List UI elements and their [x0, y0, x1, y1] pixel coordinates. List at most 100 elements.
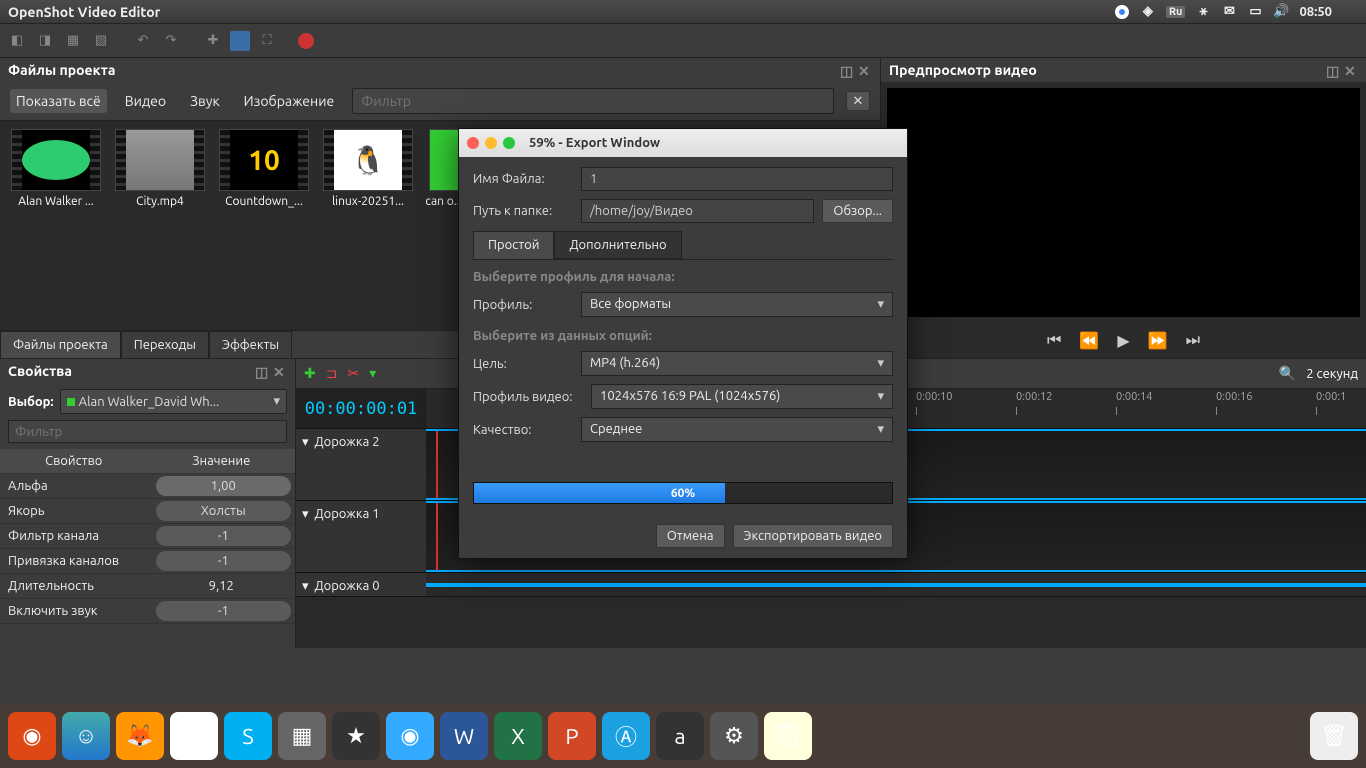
- marker-icon[interactable]: ▾: [369, 365, 376, 382]
- forward-icon[interactable]: ⏩: [1148, 331, 1168, 350]
- fullscreen-icon[interactable]: ⛶: [256, 30, 278, 52]
- tool-icon-3[interactable]: ▦: [62, 30, 84, 52]
- video-profile-select[interactable]: 1024x576 16:9 PAL (1024x576)▾: [591, 384, 893, 409]
- tab-project-files[interactable]: Файлы проекта: [0, 331, 121, 358]
- wifi-icon[interactable]: ◈: [1140, 4, 1156, 20]
- dock-powerpoint-icon[interactable]: P: [548, 712, 596, 760]
- timecode: 00:00:00:01: [296, 389, 426, 428]
- zoom-icon[interactable]: 🔍: [1279, 365, 1296, 382]
- clip-selector[interactable]: Alan Walker_David Wh... ▾: [60, 389, 287, 414]
- video-profile-value: 1024x576 16:9 PAL (1024x576): [600, 389, 780, 404]
- tab-video[interactable]: Видео: [119, 89, 172, 113]
- filename-input[interactable]: [581, 167, 893, 191]
- dock-appstore-icon[interactable]: Ⓐ: [602, 712, 650, 760]
- thumb-item[interactable]: Alan Walker ...: [8, 129, 104, 208]
- tab-advanced[interactable]: Дополнительно: [554, 231, 681, 259]
- clock[interactable]: 08:50: [1299, 5, 1332, 19]
- tab-image[interactable]: Изображение: [238, 89, 341, 113]
- prop-value[interactable]: -1: [156, 551, 292, 571]
- dock-skype-icon[interactable]: S: [224, 712, 272, 760]
- add-icon[interactable]: ✚: [202, 30, 224, 52]
- ruler-tick: 0:00:16: [1216, 391, 1252, 403]
- dock-finder-icon[interactable]: ☺: [62, 712, 110, 760]
- panel-close-icon[interactable]: ✕: [1344, 63, 1358, 77]
- minimize-window-icon[interactable]: [485, 137, 497, 149]
- clip-color-dot: [67, 398, 75, 406]
- tab-show-all[interactable]: Показать всё: [10, 89, 107, 113]
- bluetooth-icon[interactable]: ⚹: [1195, 4, 1211, 20]
- skip-start-icon[interactable]: ⏮: [1047, 331, 1061, 350]
- tab-audio[interactable]: Звук: [184, 89, 226, 113]
- progress-text: 60%: [474, 483, 892, 503]
- snap-icon[interactable]: ⊐: [326, 365, 338, 382]
- redo-icon[interactable]: ↷: [160, 30, 182, 52]
- property-filter-input[interactable]: [8, 420, 287, 443]
- dock-trash-icon[interactable]: 🗑: [1310, 712, 1358, 760]
- chevron-down-icon[interactable]: ▾: [302, 579, 309, 594]
- panel-detach-icon[interactable]: ◫: [1326, 63, 1340, 77]
- tab-simple[interactable]: Простой: [473, 231, 554, 259]
- dock-word-icon[interactable]: W: [440, 712, 488, 760]
- mail-icon[interactable]: ✉: [1221, 4, 1237, 20]
- volume-icon[interactable]: 🔊: [1273, 4, 1289, 20]
- profile-select[interactable]: Все форматы▾: [581, 292, 893, 317]
- record-button[interactable]: [298, 33, 314, 49]
- battery-icon[interactable]: ▭: [1247, 4, 1263, 20]
- maximize-window-icon[interactable]: [503, 137, 515, 149]
- browse-button[interactable]: Обзор...: [822, 199, 893, 223]
- quality-select[interactable]: Среднее▾: [581, 417, 893, 442]
- dialog-titlebar[interactable]: 59% - Export Window: [459, 129, 907, 157]
- playhead[interactable]: [436, 431, 438, 498]
- tab-effects[interactable]: Эффекты: [209, 331, 292, 358]
- dock-ubuntu-icon[interactable]: ◉: [8, 712, 56, 760]
- add-track-icon[interactable]: ✚: [304, 365, 316, 382]
- dock-notes-icon[interactable]: 🗒: [764, 712, 812, 760]
- keyboard-lang[interactable]: Ru: [1166, 6, 1186, 18]
- prop-name: Якорь: [0, 499, 152, 523]
- app-title: OpenShot Video Editor: [8, 4, 1114, 20]
- tool-move-icon[interactable]: [230, 31, 250, 51]
- prop-value[interactable]: -1: [156, 601, 292, 621]
- export-button[interactable]: Экспортировать видео: [733, 524, 893, 548]
- cancel-button[interactable]: Отмена: [656, 524, 725, 548]
- prop-value[interactable]: Холсты: [156, 501, 292, 521]
- thumb-item[interactable]: 🐧 linux-20251...: [320, 129, 416, 208]
- rewind-icon[interactable]: ⏪: [1079, 331, 1099, 350]
- dock-chrome-icon[interactable]: ◉: [170, 712, 218, 760]
- cut-icon[interactable]: ✂: [347, 365, 359, 382]
- timeline-track[interactable]: ▾Дорожка 0: [296, 573, 1366, 597]
- dock-firefox-icon[interactable]: 🦊: [116, 712, 164, 760]
- undo-icon[interactable]: ↶: [132, 30, 154, 52]
- dock-amazon-icon[interactable]: a: [656, 712, 704, 760]
- tab-transitions[interactable]: Переходы: [121, 331, 209, 358]
- prop-value[interactable]: 9,12: [148, 574, 296, 598]
- chevron-down-icon[interactable]: ▾: [302, 435, 309, 450]
- playhead[interactable]: [436, 503, 438, 570]
- target-select[interactable]: MP4 (h.264)▾: [581, 351, 893, 376]
- thumb-item[interactable]: 10 Countdown_...: [216, 129, 312, 208]
- panel-detach-icon[interactable]: ◫: [840, 63, 854, 77]
- filter-input[interactable]: [352, 88, 834, 114]
- path-input[interactable]: [581, 199, 814, 223]
- play-icon[interactable]: ▶: [1117, 331, 1129, 350]
- dock-imovie-icon[interactable]: ★: [332, 712, 380, 760]
- panel-detach-icon[interactable]: ◫: [255, 364, 269, 378]
- prop-value[interactable]: 1,00: [156, 476, 292, 496]
- prop-value[interactable]: -1: [156, 526, 292, 546]
- dock-excel-icon[interactable]: X: [494, 712, 542, 760]
- panel-close-icon[interactable]: ✕: [858, 63, 872, 77]
- thumb-item[interactable]: City.mp4: [112, 129, 208, 208]
- close-window-icon[interactable]: [467, 137, 479, 149]
- dock-photos-icon[interactable]: ▦: [278, 712, 326, 760]
- panel-close-icon[interactable]: ✕: [273, 364, 287, 378]
- chevron-down-icon[interactable]: ▾: [302, 507, 309, 522]
- skip-end-icon[interactable]: ⏭: [1186, 331, 1200, 350]
- clear-filter-button[interactable]: ✕: [846, 91, 870, 111]
- dock-browser-icon[interactable]: ◉: [386, 712, 434, 760]
- apple-icon[interactable]: [1342, 4, 1358, 20]
- tool-icon-2[interactable]: ◨: [34, 30, 56, 52]
- tool-icon-4[interactable]: ▧: [90, 30, 112, 52]
- tool-icon-1[interactable]: ◧: [6, 30, 28, 52]
- chrome-icon[interactable]: [1114, 4, 1130, 20]
- dock-settings-icon[interactable]: ⚙: [710, 712, 758, 760]
